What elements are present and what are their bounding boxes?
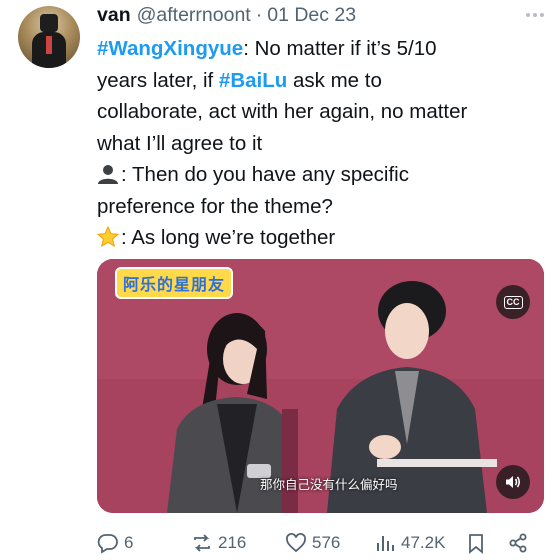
reply-count: 6 [124,533,134,552]
reply-button[interactable]: 6 [97,532,133,554]
tweet-text-segment: ask me to [287,68,382,92]
heart-icon [286,533,306,553]
more-dot-icon [526,13,530,17]
like-button[interactable]: 576 [285,532,340,554]
star-icon [97,226,119,248]
tweet-line-4: what I’ll agree to it [97,131,263,155]
closed-captions-icon: CC [503,295,523,309]
tweet: van @afterrnoont · 01 Dec 23 #WangXingyu… [0,0,560,560]
show-logo: 阿乐的星朋友 [115,267,234,299]
views-count: 47.2K [401,533,446,552]
tweet-text-segment: : Then do you have any specific [121,163,409,186]
author-name[interactable]: van [97,4,131,27]
captions-button[interactable]: CC [496,285,530,319]
repost-icon [194,534,210,552]
share-button[interactable] [507,532,529,554]
author-handle[interactable]: @afterrnoont [137,4,251,27]
hashtag-bailu[interactable]: #BaiLu [219,69,287,92]
tweet-line-1: #WangXingyue: No matter if it’s 5/10 [97,33,547,65]
tweet-text: #WangXingyue: No matter if it’s 5/10 yea… [97,33,547,254]
tweet-actions: 6 216 576 47.2K [97,532,537,556]
tweet-header: van @afterrnoont · 01 Dec 23 [97,2,356,28]
avatar-head [40,14,58,32]
like-count: 576 [312,533,341,552]
video-player[interactable]: 阿乐的星朋友 CC 那你自己没有什么偏好吗 [97,259,544,513]
more-options-button[interactable] [520,4,550,26]
tweet-text-segment: years later, if [97,68,219,92]
mute-toggle-button[interactable] [496,465,530,499]
repost-button[interactable]: 216 [191,532,246,554]
more-dot-icon [540,13,544,17]
bookmark-icon [469,534,483,554]
video-subtitle: 那你自己没有什么偏好吗 [260,477,398,492]
views-button[interactable]: 47.2K [374,532,445,554]
tweet-text-segment: : No matter if it’s 5/10 [243,37,437,60]
hashtag-wangxingyue[interactable]: #WangXingyue [97,37,243,60]
reply-icon [97,534,118,554]
tweet-line-5: : Then do you have any specific [97,159,547,191]
speaker-muted-icon [506,476,521,488]
share-icon [509,533,527,553]
tweet-date[interactable]: 01 Dec 23 [267,4,356,27]
avatar-tie [46,36,52,54]
tweet-line-6: preference for the theme? [97,194,333,218]
tweet-line-2: years later, if #BaiLu ask me to [97,65,547,97]
views-chart-icon [377,536,394,551]
repost-count: 216 [218,533,247,552]
more-dot-icon [533,13,537,17]
avatar[interactable] [18,6,80,68]
tweet-line-7: : As long we’re together [97,222,547,254]
bust-in-silhouette-icon [98,165,118,184]
tweet-line-3: collaborate, act with her again, no matt… [97,100,468,123]
bookmark-button[interactable] [465,532,487,554]
tweet-text-segment: : As long we’re together [121,226,336,249]
separator-dot: · [255,3,263,26]
